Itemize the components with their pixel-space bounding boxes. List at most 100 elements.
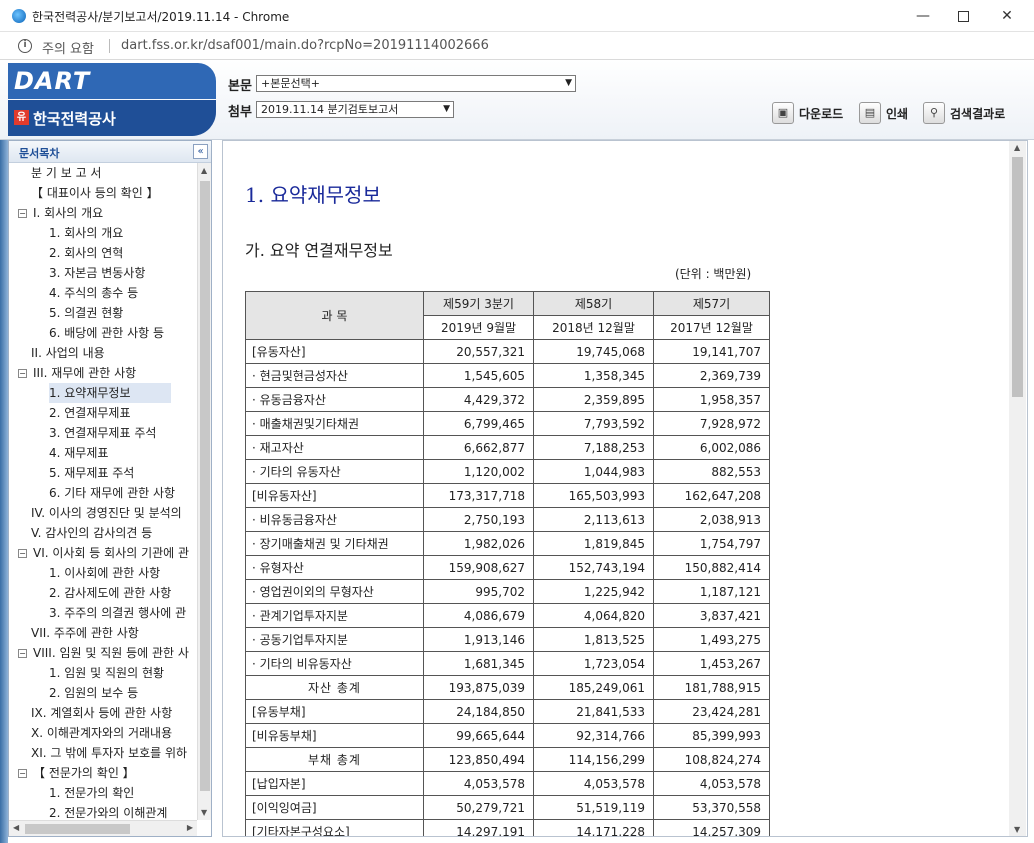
toc-item-label: 5. 재무제표 주석 — [49, 466, 135, 480]
toc-item[interactable]: X. 이해관계자와의 거래내용 — [9, 723, 197, 743]
toc-item-label: IV. 이사의 경영진단 및 분석의 — [31, 506, 182, 520]
table-cell: 14,257,309 — [653, 819, 770, 836]
scroll-up-icon[interactable]: ▲ — [1014, 143, 1020, 152]
url-text[interactable]: dart.fss.or.kr/dsaf001/main.do?rcpNo=201… — [121, 38, 489, 53]
toc-header: 문서목차 « — [9, 141, 211, 163]
company-badge-icon: 유 — [14, 110, 29, 125]
toc-item[interactable]: − 【 전문가의 확인 】 — [9, 763, 197, 783]
window-title: 한국전력공사/분기보고서/2019.11.14 - Chrome — [32, 10, 290, 24]
table-row: · 영업권이외의 무형자산 995,702 1,225,942 1,187,121 — [245, 579, 770, 604]
toc-item[interactable]: 1. 회사의 개요 — [9, 223, 197, 243]
toc-item[interactable]: 3. 주주의 의결권 행사에 관 — [9, 603, 197, 623]
toc-item-label: X. 이해관계자와의 거래내용 — [31, 726, 173, 740]
scroll-down-icon[interactable]: ▼ — [201, 808, 207, 817]
scroll-right-icon[interactable]: ▶ — [187, 823, 193, 832]
table-row: [기타자본구성요소] 14,297,191 14,171,228 14,257,309 — [245, 819, 770, 836]
minimize-button[interactable]: — — [908, 4, 938, 28]
toc-item[interactable]: XI. 그 밖에 투자자 보호를 위하 — [9, 743, 197, 763]
toc-item[interactable]: 4. 재무제표 — [9, 443, 197, 463]
scroll-down-icon[interactable]: ▼ — [1014, 825, 1020, 834]
table-row: [납입자본] 4,053,578 4,053,578 4,053,578 — [245, 771, 770, 796]
table-row: [유동부채] 24,184,850 21,841,533 23,424,281 — [245, 699, 770, 724]
row-label: [유동자산] — [245, 339, 424, 364]
row-label: · 매출채권및기타채권 — [245, 411, 424, 436]
toc-item[interactable]: 1. 이사회에 관한 사항 — [9, 563, 197, 583]
attachment-select[interactable]: 2019.11.14 분기검토보고서 ▼ — [256, 101, 454, 118]
toc-item[interactable]: 2. 임원의 보수 등 — [9, 683, 197, 703]
table-row: · 기타의 유동자산 1,120,002 1,044,983 882,553 — [245, 459, 770, 484]
toc-item[interactable]: − I. 회사의 개요 — [9, 203, 197, 223]
toc-item[interactable]: 3. 자본금 변동사항 — [9, 263, 197, 283]
table-cell: 50,279,721 — [423, 795, 534, 820]
toc-item[interactable]: 6. 기타 재무에 관한 사항 — [9, 483, 197, 503]
address-bar[interactable]: i 주의 요함 dart.fss.or.kr/dsaf001/main.do?r… — [0, 32, 1034, 60]
save-disk-icon: ▣ — [772, 102, 794, 124]
close-window-button[interactable]: ✕ — [992, 4, 1022, 28]
document-vertical-scrollbar[interactable]: ▲ ▼ — [1009, 141, 1026, 836]
toc-item-label: 2. 감사제도에 관한 사항 — [49, 586, 172, 600]
toc-item[interactable]: 1. 임원 및 직원의 현황 — [9, 663, 197, 683]
table-row: · 비유동금융자산 2,750,193 2,113,613 2,038,913 — [245, 507, 770, 532]
toc-item[interactable]: 3. 연결재무제표 주석 — [9, 423, 197, 443]
toc-item[interactable]: − VIII. 임원 및 직원 등에 관한 사 — [9, 643, 197, 663]
dart-logo-text[interactable]: DART — [14, 67, 90, 95]
toc-item-label: 1. 임원 및 직원의 현황 — [49, 666, 165, 680]
document-viewer: 1. 요약재무정보 가. 요약 연결재무정보 (단위 : 백만원) 과 목 제59… — [222, 140, 1028, 837]
tree-collapse-icon[interactable]: − — [18, 549, 27, 558]
main-document-select[interactable]: +본문선택+ ▼ — [256, 75, 576, 92]
table-row: 부채 총계 123,850,494 114,156,299 108,824,274 — [245, 747, 770, 772]
toc-horizontal-scrollbar[interactable]: ◀ ▶ — [9, 820, 197, 836]
toc-item[interactable]: 2. 회사의 연혁 — [9, 243, 197, 263]
tree-collapse-icon[interactable]: − — [18, 209, 27, 218]
table-row: [비유동부채] 99,665,644 92,314,766 85,399,993 — [245, 723, 770, 748]
document-scroll-thumb[interactable] — [1012, 157, 1023, 397]
unit-note: (단위 : 백만원) — [675, 267, 752, 281]
toc-item[interactable]: IX. 계열회사 등에 관한 사항 — [9, 703, 197, 723]
table-cell: 4,086,679 — [423, 603, 534, 628]
table-row: · 기타의 비유동자산 1,681,345 1,723,054 1,453,267 — [245, 651, 770, 676]
scroll-left-icon[interactable]: ◀ — [13, 823, 19, 832]
toc-item[interactable]: 2. 감사제도에 관한 사항 — [9, 583, 197, 603]
search-results-button[interactable]: ⚲ 검색결과로 — [923, 101, 1005, 125]
subsection-heading: 가. 요약 연결재무정보 — [245, 241, 393, 260]
maximize-button[interactable] — [948, 4, 978, 28]
toc-item[interactable]: V. 감사인의 감사의견 등 — [9, 523, 197, 543]
toc-item[interactable]: 【 대표이사 등의 확인 】 — [9, 183, 197, 203]
toc-item[interactable]: − VI. 이사회 등 회사의 기관에 관 — [9, 543, 197, 563]
download-button[interactable]: ▣ 다운로드 — [772, 101, 843, 125]
toc-item[interactable]: − III. 재무에 관한 사항 — [9, 363, 197, 383]
toc-item[interactable]: 5. 재무제표 주석 — [9, 463, 197, 483]
toc-item[interactable]: 2. 전문가와의 이해관계 — [9, 803, 197, 820]
toc-item[interactable]: 2. 연결재무제표 — [9, 403, 197, 423]
table-cell: 1,723,054 — [533, 651, 654, 676]
tree-collapse-icon[interactable]: − — [18, 649, 27, 658]
table-cell: 4,429,372 — [423, 387, 534, 412]
row-label: [유동부채] — [245, 699, 424, 724]
toc-item[interactable]: 1. 요약재무정보 — [9, 383, 197, 403]
attachment-select-value: 2019.11.14 분기검토보고서 — [261, 103, 399, 116]
security-warning[interactable]: 주의 요함 — [42, 38, 94, 57]
toc-hscroll-thumb[interactable] — [25, 824, 130, 834]
table-cell: 99,665,644 — [423, 723, 534, 748]
collapse-toc-button[interactable]: « — [193, 144, 208, 159]
table-cell: 85,399,993 — [653, 723, 770, 748]
info-icon[interactable]: i — [18, 39, 32, 53]
toc-scroll-thumb[interactable] — [200, 181, 210, 791]
toc-item[interactable]: 4. 주식의 총수 등 — [9, 283, 197, 303]
toc-item[interactable]: 1. 전문가의 확인 — [9, 783, 197, 803]
toc-item[interactable]: II. 사업의 내용 — [9, 343, 197, 363]
toc-item[interactable]: 6. 배당에 관한 사항 등 — [9, 323, 197, 343]
tree-collapse-icon[interactable]: − — [18, 369, 27, 378]
toc-item-label: 3. 연결재무제표 주석 — [49, 426, 157, 440]
toc-item[interactable]: 5. 의결권 현황 — [9, 303, 197, 323]
toc-vertical-scrollbar[interactable]: ▲ ▼ — [197, 163, 211, 820]
toc-item[interactable]: VII. 주주에 관한 사항 — [9, 623, 197, 643]
toc-item[interactable]: 분 기 보 고 서 — [9, 163, 197, 183]
table-row: · 유형자산 159,908,627 152,743,194 150,882,414 — [245, 555, 770, 580]
toc-item[interactable]: IV. 이사의 경영진단 및 분석의 — [9, 503, 197, 523]
table-cell: 6,002,086 — [653, 435, 770, 460]
scroll-up-icon[interactable]: ▲ — [201, 166, 207, 175]
tree-collapse-icon[interactable]: − — [18, 769, 27, 778]
print-button[interactable]: ▤ 인쇄 — [859, 101, 908, 125]
toc-item-label: 5. 의결권 현황 — [49, 306, 124, 320]
